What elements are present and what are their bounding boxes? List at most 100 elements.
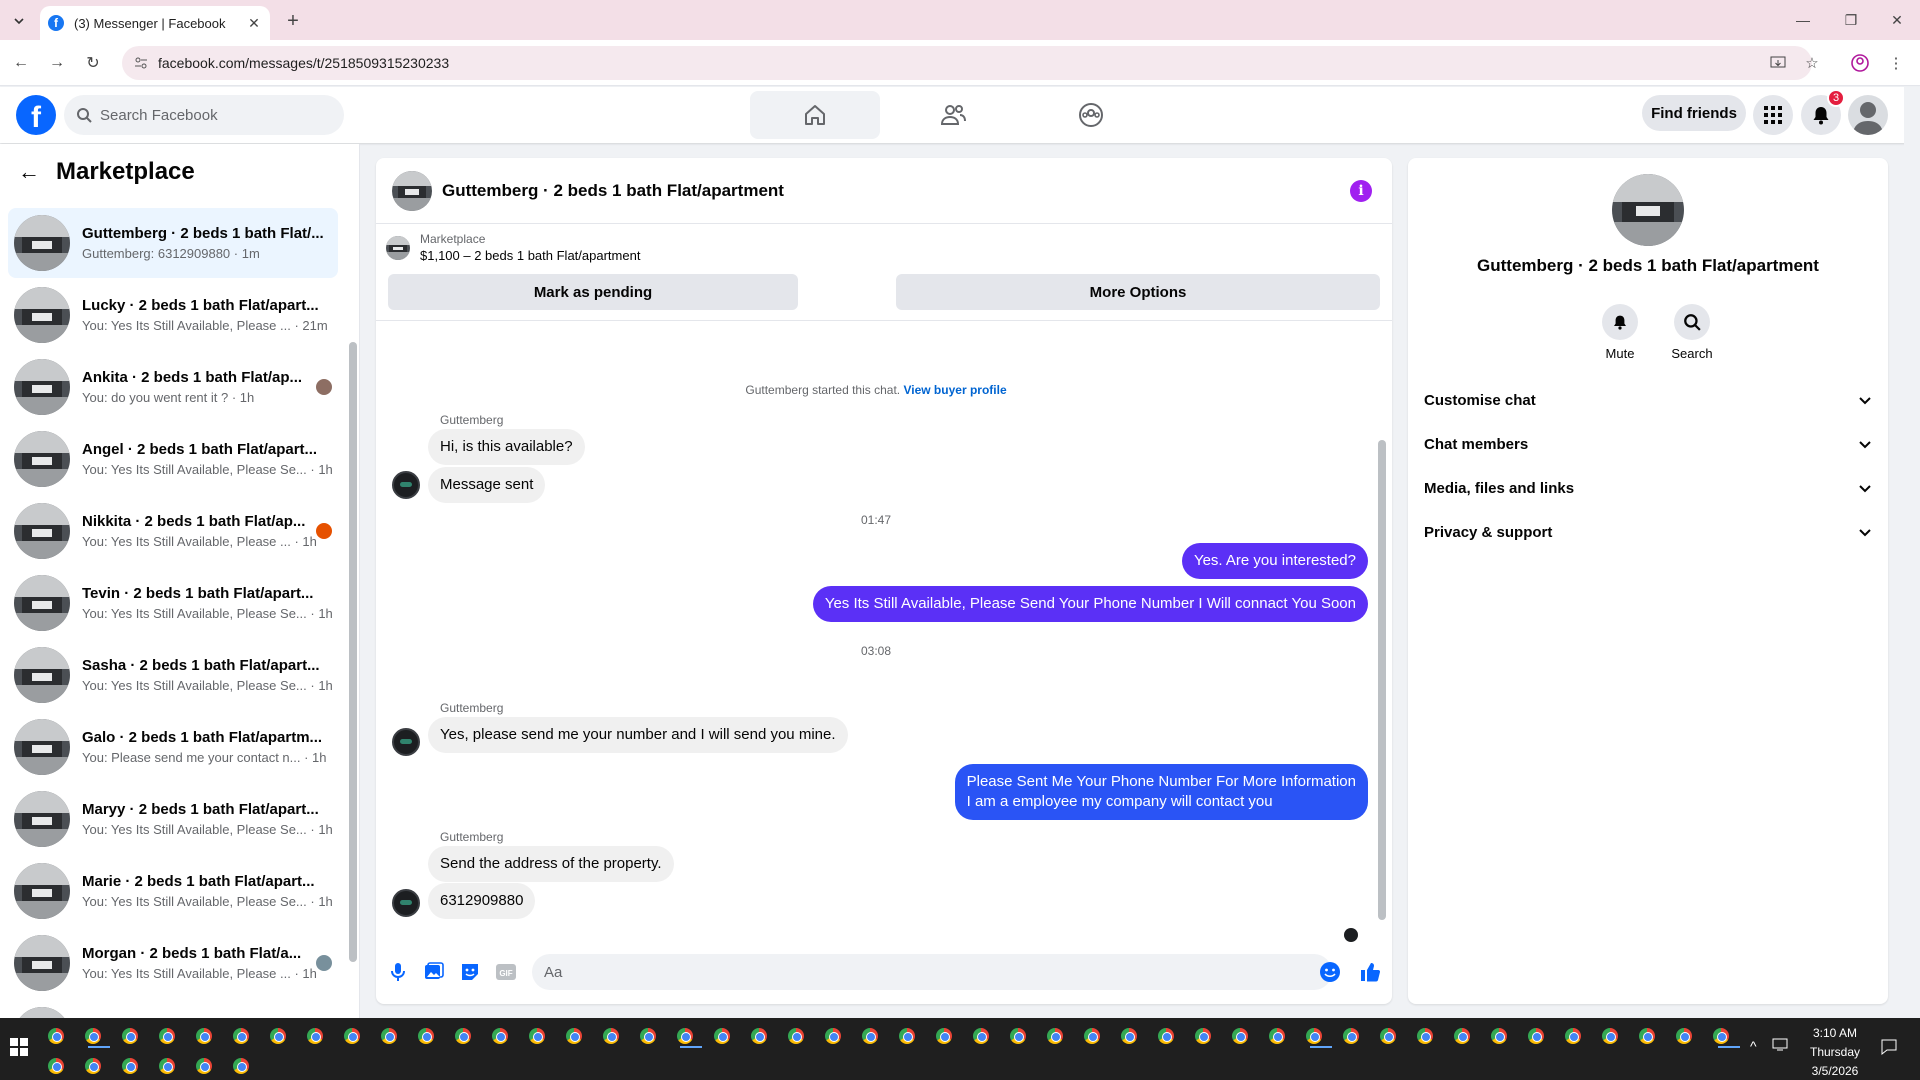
photo-icon[interactable]	[422, 960, 446, 984]
install-app-icon[interactable]	[1766, 51, 1790, 75]
chrome-window-icon[interactable]	[677, 1028, 693, 1044]
reload-icon[interactable]: ↻	[82, 52, 104, 74]
browser-menu-icon[interactable]: ⋮	[1884, 51, 1908, 75]
chrome-window-icon[interactable]	[825, 1028, 841, 1044]
chrome-window-icon[interactable]	[1343, 1028, 1359, 1044]
chrome-window-icon[interactable]	[1602, 1028, 1618, 1044]
conversation-item[interactable]: Morgan · 2 beds 1 bath Flat/a... You: Yes…	[8, 928, 338, 998]
info-icon[interactable]: i	[1350, 180, 1372, 202]
chrome-window-icon[interactable]	[492, 1028, 508, 1044]
chrome-window-icon[interactable]	[1565, 1028, 1581, 1044]
incoming-message[interactable]: Yes, please send me your number and I wi…	[428, 717, 848, 753]
conversation-item[interactable]: Nikkita · 2 beds 1 bath Flat/ap... You: Y…	[8, 496, 338, 566]
chrome-window-icon[interactable]	[381, 1028, 397, 1044]
conversation-item[interactable]: Guttemberg · 2 beds 1 bath Flat/... Gutte…	[8, 208, 338, 278]
chrome-window-icon[interactable]	[1306, 1028, 1322, 1044]
more-options-button[interactable]: More Options	[896, 274, 1380, 310]
details-section-row[interactable]: Media, files and links	[1424, 470, 1872, 506]
chrome-window-icon[interactable]	[899, 1028, 915, 1044]
chrome-window-icon[interactable]	[640, 1028, 656, 1044]
page-scrollbar[interactable]	[1904, 87, 1920, 1018]
chrome-window-icon[interactable]	[1417, 1028, 1433, 1044]
chrome-window-icon[interactable]	[1491, 1028, 1507, 1044]
conversation-item[interactable]: Maryy · 2 beds 1 bath Flat/apart... You: …	[8, 784, 338, 854]
account-avatar[interactable]	[1848, 95, 1888, 135]
tab-search-chevron-icon[interactable]	[8, 10, 30, 32]
chrome-window-icon[interactable]	[1232, 1028, 1248, 1044]
listing-summary[interactable]: Marketplace $1,100 – 2 beds 1 bath Flat/…	[386, 232, 640, 263]
home-tab[interactable]	[750, 91, 880, 139]
notification-center-icon[interactable]	[1880, 1038, 1898, 1056]
chrome-window-icon[interactable]	[122, 1028, 138, 1044]
chrome-window-icon[interactable]	[973, 1028, 989, 1044]
microphone-icon[interactable]	[386, 960, 410, 984]
chrome-window-icon[interactable]	[159, 1028, 175, 1044]
chrome-window-icon[interactable]	[936, 1028, 952, 1044]
new-tab-icon[interactable]: +	[282, 10, 304, 33]
chrome-window-icon[interactable]	[1380, 1028, 1396, 1044]
sender-avatar[interactable]	[392, 728, 420, 756]
details-section-row[interactable]: Privacy & support	[1424, 514, 1872, 550]
chat-scrollbar[interactable]	[1378, 440, 1386, 920]
details-section-row[interactable]: Chat members	[1424, 426, 1872, 462]
minimize-icon[interactable]: —	[1780, 0, 1826, 40]
chat-title[interactable]: Guttemberg · 2 beds 1 bath Flat/apartmen…	[442, 181, 784, 201]
conversation-item[interactable]: Lucky · 2 beds 1 bath Flat/apart... You: …	[8, 280, 338, 350]
chrome-window-icon[interactable]	[85, 1028, 101, 1044]
conversation-item[interactable]: Marie · 2 beds 1 bath Flat/apart... You: …	[8, 856, 338, 926]
message-input[interactable]: Aa	[532, 954, 1332, 990]
notifications-button[interactable]: 3	[1801, 89, 1845, 135]
incoming-message[interactable]: Hi, is this available?	[428, 429, 585, 465]
mark-as-pending-button[interactable]: Mark as pending	[388, 274, 798, 310]
tab-close-icon[interactable]: ✕	[246, 15, 262, 31]
conversation-item[interactable]: Sasha · 2 beds 1 bath Flat/apart... You: …	[8, 640, 338, 710]
outgoing-message[interactable]: Yes Its Still Available, Please Send You…	[812, 586, 1368, 622]
sender-avatar[interactable]	[392, 889, 420, 917]
chrome-window-icon[interactable]	[48, 1028, 64, 1044]
emoji-icon[interactable]	[1318, 960, 1342, 984]
chrome-window-icon[interactable]	[751, 1028, 767, 1044]
chrome-window-icon[interactable]	[418, 1028, 434, 1044]
chrome-window-icon[interactable]	[159, 1058, 175, 1074]
windows-start-icon[interactable]	[10, 1038, 28, 1056]
restore-icon[interactable]: ❐	[1828, 0, 1874, 40]
find-friends-button[interactable]: Find friends	[1642, 95, 1746, 131]
sticker-icon[interactable]	[458, 960, 482, 984]
chrome-window-icon[interactable]	[233, 1058, 249, 1074]
chrome-window-icon[interactable]	[196, 1058, 212, 1074]
tray-chevron-icon[interactable]: ^	[1750, 1038, 1757, 1054]
close-window-icon[interactable]: ✕	[1874, 0, 1920, 40]
profile-icon[interactable]	[1848, 51, 1872, 75]
chrome-window-icon[interactable]	[714, 1028, 730, 1044]
thumbs-up-icon[interactable]	[1358, 960, 1382, 984]
listing-large-thumbnail[interactable]	[1612, 174, 1684, 246]
conversation-item[interactable]: Ankita · 2 beds 1 bath Flat/ap... You: do…	[8, 352, 338, 422]
mute-button[interactable]: Mute	[1590, 304, 1650, 361]
chrome-window-icon[interactable]	[1639, 1028, 1655, 1044]
chrome-window-icon[interactable]	[344, 1028, 360, 1044]
conversation-list-scrollbar[interactable]	[349, 342, 357, 962]
incoming-message[interactable]: Message sent	[428, 467, 546, 503]
chrome-window-icon[interactable]	[1195, 1028, 1211, 1044]
url-field[interactable]: facebook.com/messages/t/2518509315230233	[122, 46, 1812, 80]
chrome-window-icon[interactable]	[1528, 1028, 1544, 1044]
chrome-window-icon[interactable]	[307, 1028, 323, 1044]
chrome-window-icon[interactable]	[48, 1058, 64, 1074]
site-settings-icon[interactable]	[134, 56, 148, 70]
bookmark-star-icon[interactable]: ☆	[1800, 51, 1824, 75]
sender-avatar[interactable]	[392, 471, 420, 499]
search-in-chat-button[interactable]: Search	[1662, 304, 1722, 361]
incoming-message[interactable]: Send the address of the property.	[428, 846, 674, 882]
details-section-row[interactable]: Customise chat	[1424, 382, 1872, 418]
conversation-item[interactable]: Tevin · 2 beds 1 bath Flat/apart... You: …	[8, 568, 338, 638]
chrome-window-icon[interactable]	[1121, 1028, 1137, 1044]
conversation-item[interactable]: Dada · 2 beds 1 bath Flat/apart...	[8, 1000, 338, 1018]
incoming-message[interactable]: 6312909880	[428, 883, 536, 919]
chrome-window-icon[interactable]	[1084, 1028, 1100, 1044]
chrome-window-icon[interactable]	[270, 1028, 286, 1044]
chrome-window-icon[interactable]	[1010, 1028, 1026, 1044]
gif-icon[interactable]: GIF	[494, 960, 518, 984]
system-clock[interactable]: 3:10 AM Thursday 3/5/2026	[1790, 1024, 1880, 1080]
outgoing-message[interactable]: Please Sent Me Your Phone Number For Mor…	[954, 764, 1368, 820]
back-arrow-icon[interactable]: ←	[18, 159, 40, 185]
